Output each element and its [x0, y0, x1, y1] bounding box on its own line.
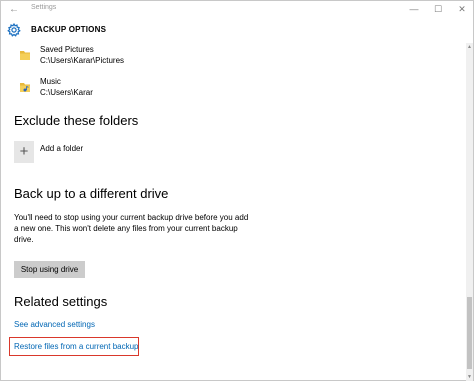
add-folder-button[interactable]: + Add a folder	[14, 141, 154, 163]
folder-item-saved-pictures[interactable]: Saved Pictures C:\Users\Karar\Pictures	[15, 45, 315, 71]
page-title: BACKUP OPTIONS	[31, 25, 107, 34]
related-settings-heading: Related settings	[14, 294, 108, 309]
scroll-down-arrow-icon[interactable]: ▼	[466, 373, 473, 381]
exclude-heading: Exclude these folders	[14, 113, 139, 128]
plus-icon: +	[14, 141, 34, 163]
scroll-up-arrow-icon[interactable]: ▲	[466, 43, 473, 51]
different-drive-heading: Back up to a different drive	[14, 186, 169, 201]
scrollbar-thumb[interactable]	[467, 297, 472, 369]
back-arrow-icon[interactable]: ←	[7, 3, 21, 16]
add-folder-label: Add a folder	[40, 144, 84, 153]
page-header: BACKUP OPTIONS	[1, 19, 465, 43]
advanced-settings-link[interactable]: See advanced settings	[14, 320, 95, 329]
music-folder-icon	[20, 83, 30, 92]
drive-description-line: drive.	[14, 235, 34, 244]
maximize-button[interactable]: ☐	[427, 2, 449, 17]
restore-files-link[interactable]: Restore files from a current backup	[14, 342, 139, 351]
drive-description-line: a new one. This won't delete any files f…	[14, 224, 238, 233]
drive-description-line: You'll need to stop using your current b…	[14, 213, 249, 222]
stop-using-drive-button[interactable]: Stop using drive	[14, 261, 85, 278]
minimize-button[interactable]: —	[403, 2, 425, 17]
window-title: Settings	[31, 4, 57, 11]
folder-path: C:\Users\Karar	[40, 88, 93, 97]
drive-description: You'll need to stop using your current b…	[14, 212, 254, 245]
title-bar: ← Settings — ☐ ✕	[1, 1, 473, 18]
folder-name: Music	[40, 77, 61, 86]
close-button[interactable]: ✕	[451, 2, 473, 17]
folder-path: C:\Users\Karar\Pictures	[40, 56, 125, 65]
folder-icon	[20, 51, 30, 60]
folder-name: Saved Pictures	[40, 45, 94, 54]
folder-item-music[interactable]: Music C:\Users\Karar	[15, 77, 315, 103]
gear-icon	[7, 23, 21, 37]
settings-window: ← Settings — ☐ ✕ BACKUP OPTIONS Saved Pi…	[0, 0, 474, 381]
